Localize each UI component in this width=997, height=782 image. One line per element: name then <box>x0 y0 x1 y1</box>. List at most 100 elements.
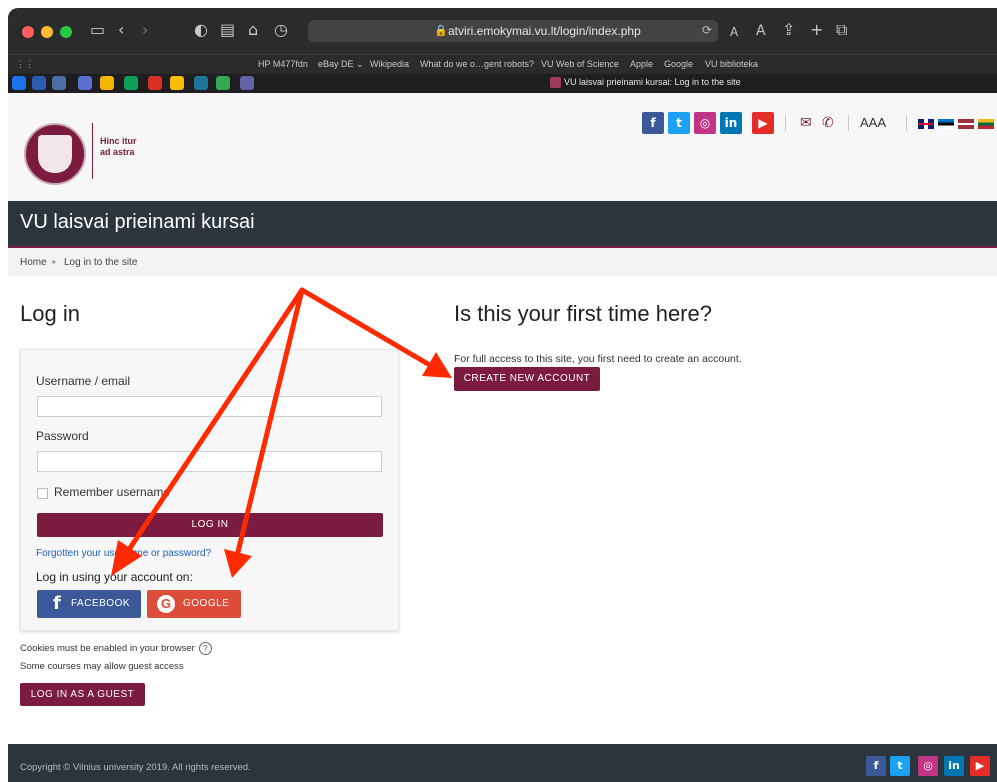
extension-icon[interactable] <box>148 76 162 90</box>
header-divider <box>906 115 907 131</box>
shield-icon[interactable]: ◐ <box>194 20 208 40</box>
favorite-link[interactable]: eBay DE ⌄ <box>318 59 364 70</box>
favorites-grid-icon[interactable]: ⋮⋮ <box>16 59 34 70</box>
extension-icon[interactable] <box>32 76 46 90</box>
estonian-flag-icon[interactable] <box>938 119 954 129</box>
instagram-icon[interactable]: ◎ <box>918 756 938 776</box>
login-button[interactable]: LOG IN <box>37 513 383 537</box>
favorite-link[interactable]: HP M477fdn <box>258 59 308 69</box>
site-title[interactable]: VU laisvai prieinami kursai <box>20 211 255 234</box>
sheets-icon[interactable] <box>124 76 138 90</box>
drive-icon[interactable] <box>216 76 230 90</box>
breadcrumb-separator-icon: ► <box>51 259 58 266</box>
twitter-icon[interactable]: t <box>890 756 910 776</box>
help-icon[interactable]: ? <box>198 642 212 655</box>
login-as-guest-button[interactable]: LOG IN AS A GUEST <box>20 683 145 706</box>
favorite-link[interactable]: VU Web of Science <box>541 59 619 69</box>
site-footer: Copyright © Vilnius university 2019. All… <box>8 744 997 782</box>
favorite-link[interactable]: What do we o…gent robots? <box>420 59 534 69</box>
tab-bar: VU laisvai prieinami kursai: Log in to t… <box>8 74 997 93</box>
lock-icon: 🔒 <box>434 24 448 37</box>
extension-icon[interactable] <box>12 76 26 90</box>
home-icon[interactable]: ⌂ <box>248 20 258 40</box>
tab-favicon <box>550 77 561 88</box>
logo-divider <box>92 123 93 179</box>
sidebar-icon[interactable]: ▭ <box>90 20 105 40</box>
remember-username-label: Remember username <box>54 485 171 499</box>
browser-window: ▭ ‹ › ◐ ▤ ⌂ ◷ 🔒 atviri.emokymai.vu.lt/lo… <box>8 8 997 782</box>
text-smaller-button[interactable]: A <box>730 22 738 42</box>
cookies-note: Cookies must be enabled in your browser? <box>20 642 212 655</box>
teams-icon[interactable] <box>240 76 254 90</box>
back-icon[interactable]: ‹ <box>118 20 124 40</box>
google-login-button[interactable]: G GOOGLE <box>147 590 241 618</box>
google-icon: G <box>157 595 175 613</box>
drive-icon[interactable] <box>100 76 114 90</box>
facebook-icon[interactable]: f <box>866 756 886 776</box>
header-divider <box>848 115 849 131</box>
url-text: atviri.emokymai.vu.lt/login/index.php <box>448 24 641 38</box>
favorite-link[interactable]: Google <box>664 59 693 69</box>
facebook-icon: f <box>53 593 61 614</box>
password-label: Password <box>36 429 89 443</box>
email-icon[interactable]: ✉ <box>800 112 812 134</box>
close-window-button[interactable] <box>22 26 34 38</box>
create-new-account-button[interactable]: CREATE NEW ACCOUNT <box>454 367 600 391</box>
new-tab-icon[interactable]: + <box>810 20 823 40</box>
instagram-icon[interactable]: ◎ <box>694 112 716 134</box>
favorite-link[interactable]: Apple <box>630 59 653 69</box>
remember-username-checkbox[interactable] <box>37 488 48 499</box>
login-heading: Log in <box>20 301 80 326</box>
breadcrumb-current: Log in to the site <box>64 257 138 268</box>
lithuanian-flag-icon[interactable] <box>978 119 994 129</box>
youtube-icon[interactable]: ▶ <box>752 112 774 134</box>
facebook-login-button[interactable]: f FACEBOOK <box>37 590 141 618</box>
facebook-icon[interactable]: f <box>642 112 664 134</box>
google-login-label: GOOGLE <box>183 598 230 609</box>
login-form-card: Username / email Password Remember usern… <box>20 349 399 631</box>
drive-icon[interactable] <box>170 76 184 90</box>
linkedin-icon[interactable]: in <box>944 756 964 776</box>
guest-access-note: Some courses may allow guest access <box>20 661 184 672</box>
twitter-icon[interactable]: t <box>668 112 690 134</box>
university-seal-logo[interactable] <box>24 123 86 185</box>
text-larger-button[interactable]: A <box>756 21 766 41</box>
reload-icon[interactable]: ⟳ <box>702 23 712 37</box>
breadcrumb: Home ► Log in to the site <box>8 248 997 276</box>
linkedin-icon[interactable]: in <box>720 112 742 134</box>
username-input[interactable] <box>37 396 382 417</box>
login-using-label: Log in using your account on: <box>36 570 193 584</box>
favorite-link[interactable]: Wikipedia <box>370 59 409 69</box>
print-icon[interactable]: ▤ <box>220 20 235 40</box>
password-input[interactable] <box>37 451 382 472</box>
favorite-link[interactable]: VU biblioteka <box>705 59 758 69</box>
font-size-switcher[interactable]: AAA <box>860 112 886 134</box>
history-icon[interactable]: ◷ <box>274 20 288 40</box>
site-navbar: VU laisvai prieinami kursai <box>8 201 997 248</box>
browser-toolbar: ▭ ‹ › ◐ ▤ ⌂ ◷ 🔒 atviri.emokymai.vu.lt/lo… <box>8 8 997 54</box>
wordpress-icon[interactable] <box>194 76 208 90</box>
youtube-icon[interactable]: ▶ <box>970 756 990 776</box>
english-flag-icon[interactable] <box>918 119 934 129</box>
tab-overview-icon[interactable]: ⧉ <box>836 20 847 40</box>
active-tab-title[interactable]: VU laisvai prieinami kursai: Log in to t… <box>564 77 741 87</box>
latvian-flag-icon[interactable] <box>958 119 974 129</box>
username-label: Username / email <box>36 374 131 388</box>
forward-icon[interactable]: › <box>142 20 148 40</box>
extension-icon[interactable] <box>52 76 66 90</box>
facebook-login-label: FACEBOOK <box>71 598 131 609</box>
extension-icon[interactable] <box>78 76 92 90</box>
favorites-bar: ⋮⋮ HP M477fdn eBay DE ⌄ Wikipedia What d… <box>8 54 997 75</box>
zoom-window-button[interactable] <box>60 26 72 38</box>
first-time-heading: Is this your first time here? <box>454 301 712 326</box>
phone-icon[interactable]: ✆ <box>822 112 834 134</box>
address-bar[interactable]: 🔒 atviri.emokymai.vu.lt/login/index.php … <box>308 20 718 42</box>
logo-motto: Hinc itur ad astra <box>100 136 137 157</box>
share-icon[interactable]: ⇪ <box>782 20 795 40</box>
header-divider <box>785 115 786 131</box>
first-time-text: For full access to this site, you first … <box>454 353 742 365</box>
breadcrumb-home-link[interactable]: Home <box>20 257 47 268</box>
minimize-window-button[interactable] <box>41 26 53 38</box>
site-header: Hinc itur ad astra f t ◎ in ▶ ✉ ✆ AAA <box>8 93 997 201</box>
forgot-password-link[interactable]: Forgotten your username or password? <box>36 548 211 559</box>
